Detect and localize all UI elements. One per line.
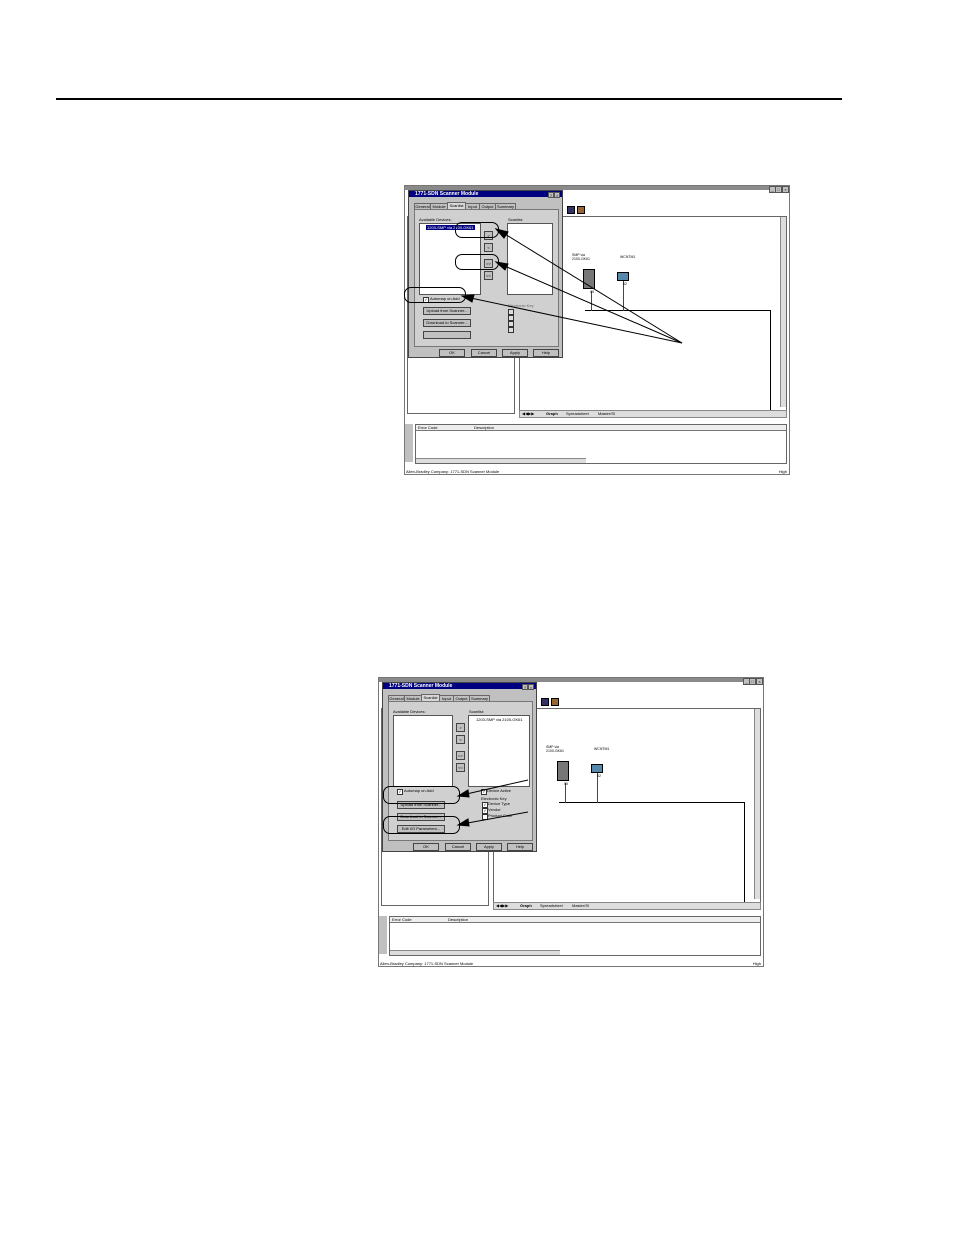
callout-arrows-2 bbox=[456, 779, 529, 827]
